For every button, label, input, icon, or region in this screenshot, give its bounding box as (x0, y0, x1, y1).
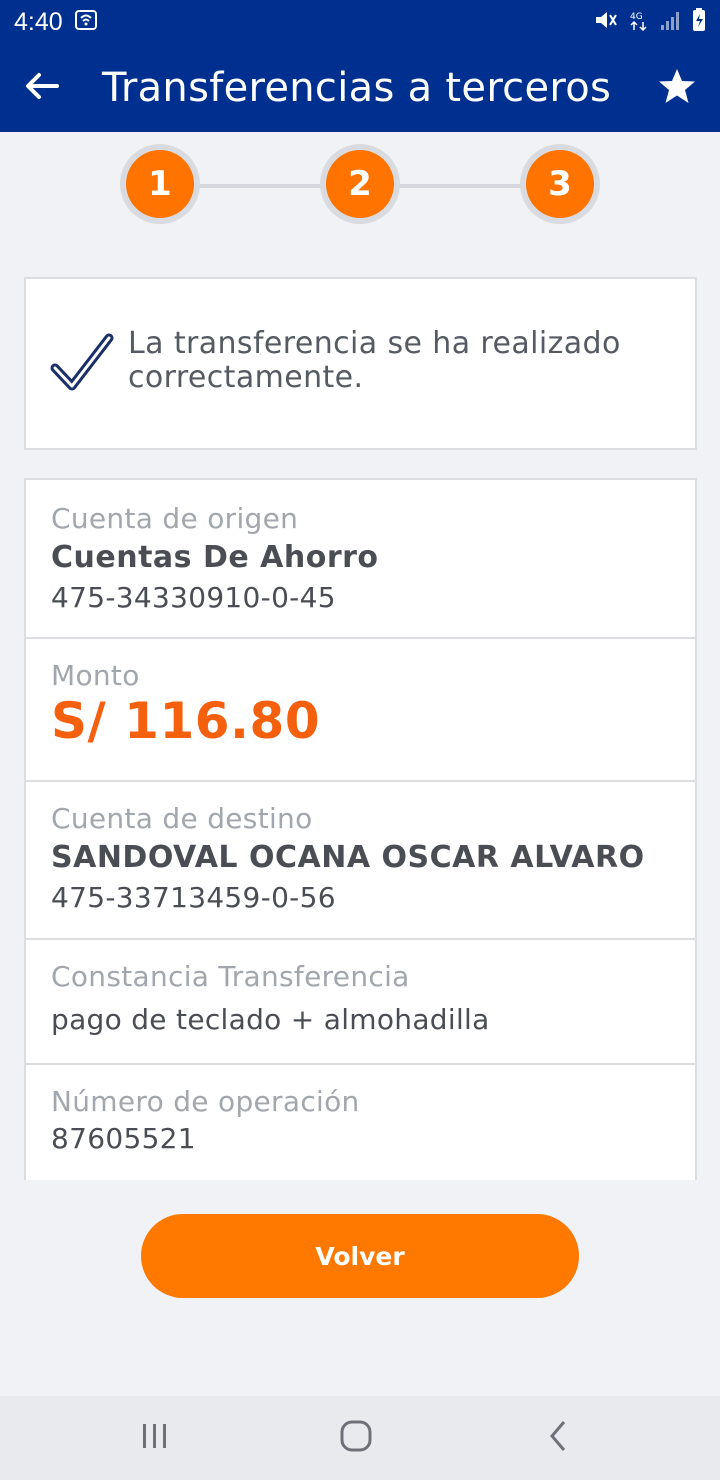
step-number: 3 (526, 150, 594, 218)
recent-apps-icon (141, 1423, 169, 1453)
success-message: La transferencia se ha realizado correct… (128, 325, 621, 395)
back-to-start-button[interactable]: Volver (141, 1214, 579, 1298)
page-title: Transferencias a terceros (102, 65, 612, 111)
stepper: 1 2 3 (0, 144, 720, 228)
destination-account-number: 475-33713459-0-56 (51, 881, 336, 914)
operation-label: Número de operación (51, 1085, 360, 1118)
origin-account-type: Cuentas De Ahorro (51, 540, 379, 575)
amount-value: S/ 116.80 (51, 692, 321, 750)
step-1: 1 (120, 144, 200, 224)
origin-row: Cuenta de origen Cuentas De Ahorro 475-3… (26, 480, 695, 639)
step-number: 2 (326, 150, 394, 218)
destination-name: SANDOVAL OCANA OSCAR ALVARO (51, 840, 645, 875)
receipt-row: Constancia Transferencia pago de teclado… (26, 940, 695, 1065)
arrow-left-icon (25, 72, 59, 104)
mute-icon (594, 9, 618, 35)
receipt-label: Constancia Transferencia (51, 960, 410, 993)
step-2: 2 (320, 144, 400, 224)
system-back-button[interactable] (498, 1396, 618, 1480)
success-card: La transferencia se ha realizado correct… (24, 277, 697, 450)
destination-row: Cuenta de destino SANDOVAL OCANA OSCAR A… (26, 782, 695, 940)
operation-row: Número de operación 87605521 (26, 1065, 695, 1180)
svg-text:4G: 4G (630, 12, 643, 22)
back-button[interactable] (0, 44, 84, 132)
destination-label: Cuenta de destino (51, 802, 313, 835)
status-bar: 4:40 4G (0, 0, 720, 44)
step-connector (396, 184, 524, 188)
home-button[interactable] (296, 1396, 416, 1480)
origin-account-number: 475-34330910-0-45 (51, 581, 336, 614)
transfer-details: Cuenta de origen Cuentas De Ahorro 475-3… (24, 478, 697, 1180)
amount-row: Monto S/ 116.80 (26, 639, 695, 782)
home-icon (340, 1420, 372, 1456)
recent-apps-button[interactable] (95, 1396, 215, 1480)
app-bar: Transferencias a terceros (0, 44, 720, 132)
checkmark-icon (50, 332, 114, 396)
network-4g-icon: 4G (628, 9, 650, 35)
star-icon (658, 68, 696, 108)
receipt-value: pago de teclado + almohadilla (51, 1003, 490, 1036)
signal-icon (660, 9, 682, 35)
step-number: 1 (126, 150, 194, 218)
amount-label: Monto (51, 659, 140, 692)
step-connector (196, 184, 324, 188)
origin-label: Cuenta de origen (51, 502, 299, 535)
battery-icon (692, 8, 706, 36)
system-nav-bar (0, 1396, 720, 1480)
operation-number: 87605521 (51, 1122, 196, 1155)
notification-icon (74, 10, 97, 34)
chevron-left-icon (548, 1420, 568, 1456)
status-time: 4:40 (14, 7, 63, 36)
step-3: 3 (520, 144, 600, 224)
favorite-button[interactable] (634, 44, 720, 132)
